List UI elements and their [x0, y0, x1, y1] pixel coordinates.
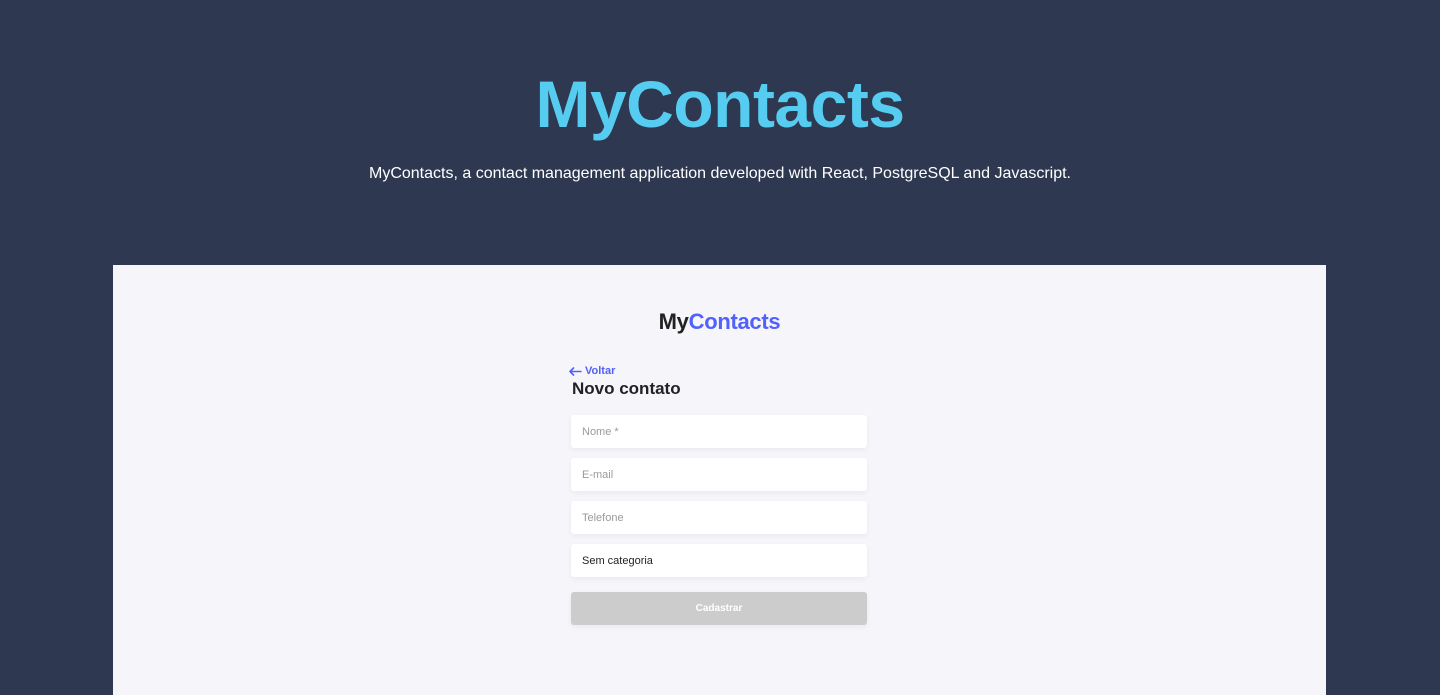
- submit-button[interactable]: Cadastrar: [571, 592, 867, 625]
- back-link-label: Voltar: [585, 365, 616, 377]
- phone-field[interactable]: [571, 501, 867, 534]
- hero-title: MyContacts: [535, 67, 905, 141]
- app-logo-my: My: [658, 309, 689, 334]
- email-field[interactable]: [571, 458, 867, 491]
- category-select-value: Sem categoria: [582, 554, 653, 567]
- name-field[interactable]: [571, 415, 867, 448]
- app-logo: MyContacts: [113, 309, 1326, 335]
- hero-subtitle: MyContacts, a contact management applica…: [368, 165, 1071, 182]
- arrow-left-icon: [569, 366, 582, 376]
- form-title: Novo contato: [572, 379, 681, 398]
- new-contact-form: Voltar Novo contato Sem categoria Cadast…: [569, 365, 867, 625]
- app-logo-contacts: Contacts: [688, 309, 781, 334]
- back-link[interactable]: Voltar: [569, 365, 867, 377]
- app-preview: MyContacts Voltar Novo contato Sem categ…: [113, 265, 1326, 695]
- category-select[interactable]: Sem categoria: [571, 544, 867, 577]
